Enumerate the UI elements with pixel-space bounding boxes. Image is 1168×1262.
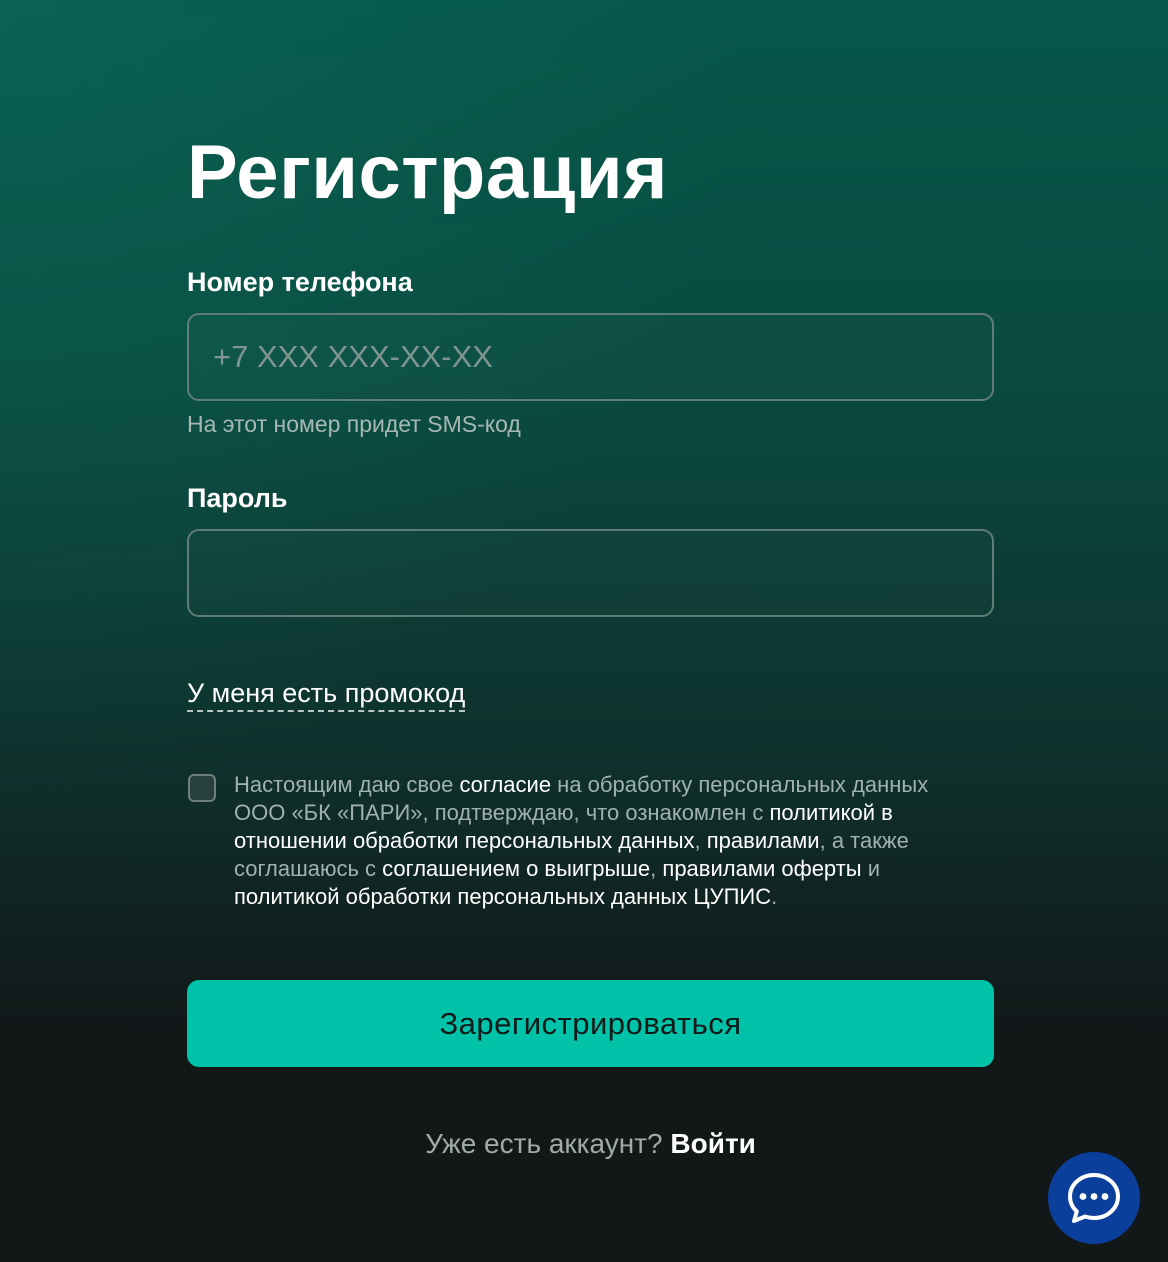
password-label: Пароль (187, 483, 288, 513)
promo-code-link[interactable]: У меня есть промокод (187, 676, 466, 712)
consent-text: Настоящим даю свое согласие на обработку… (234, 771, 974, 911)
phone-hint: На этот номер придет SMS-код (187, 411, 521, 437)
chat-bubble-icon (1068, 1173, 1120, 1223)
login-link[interactable]: Войти (670, 1128, 755, 1159)
consent-link[interactable]: согласие (459, 772, 551, 797)
page-title: Регистрация (187, 130, 668, 215)
offer-rules-link[interactable]: правилами оферты (662, 856, 861, 881)
consent-text-part: Настоящим даю свое (234, 772, 460, 797)
password-input[interactable] (187, 529, 994, 617)
phone-label: Номер телефона (187, 267, 413, 297)
rules-link[interactable]: правилами (707, 828, 820, 853)
consent-checkbox[interactable] (188, 774, 216, 802)
register-button[interactable]: Зарегистрироваться (187, 980, 994, 1067)
login-question: Уже есть аккаунт? (425, 1128, 663, 1159)
chat-button[interactable] (1048, 1152, 1140, 1244)
consent-text-part: , (694, 828, 707, 853)
phone-input[interactable] (187, 313, 994, 401)
cupis-policy-link[interactable]: политикой обработки персональных данных … (234, 884, 771, 909)
login-prompt: Уже есть аккаунт? Войти (187, 1126, 994, 1162)
winnings-agreement-link[interactable]: соглашением о выигрыше (382, 856, 650, 881)
consent-text-part: и (861, 856, 880, 881)
consent-text-part: . (771, 884, 778, 909)
consent-text-part: , (650, 856, 663, 881)
